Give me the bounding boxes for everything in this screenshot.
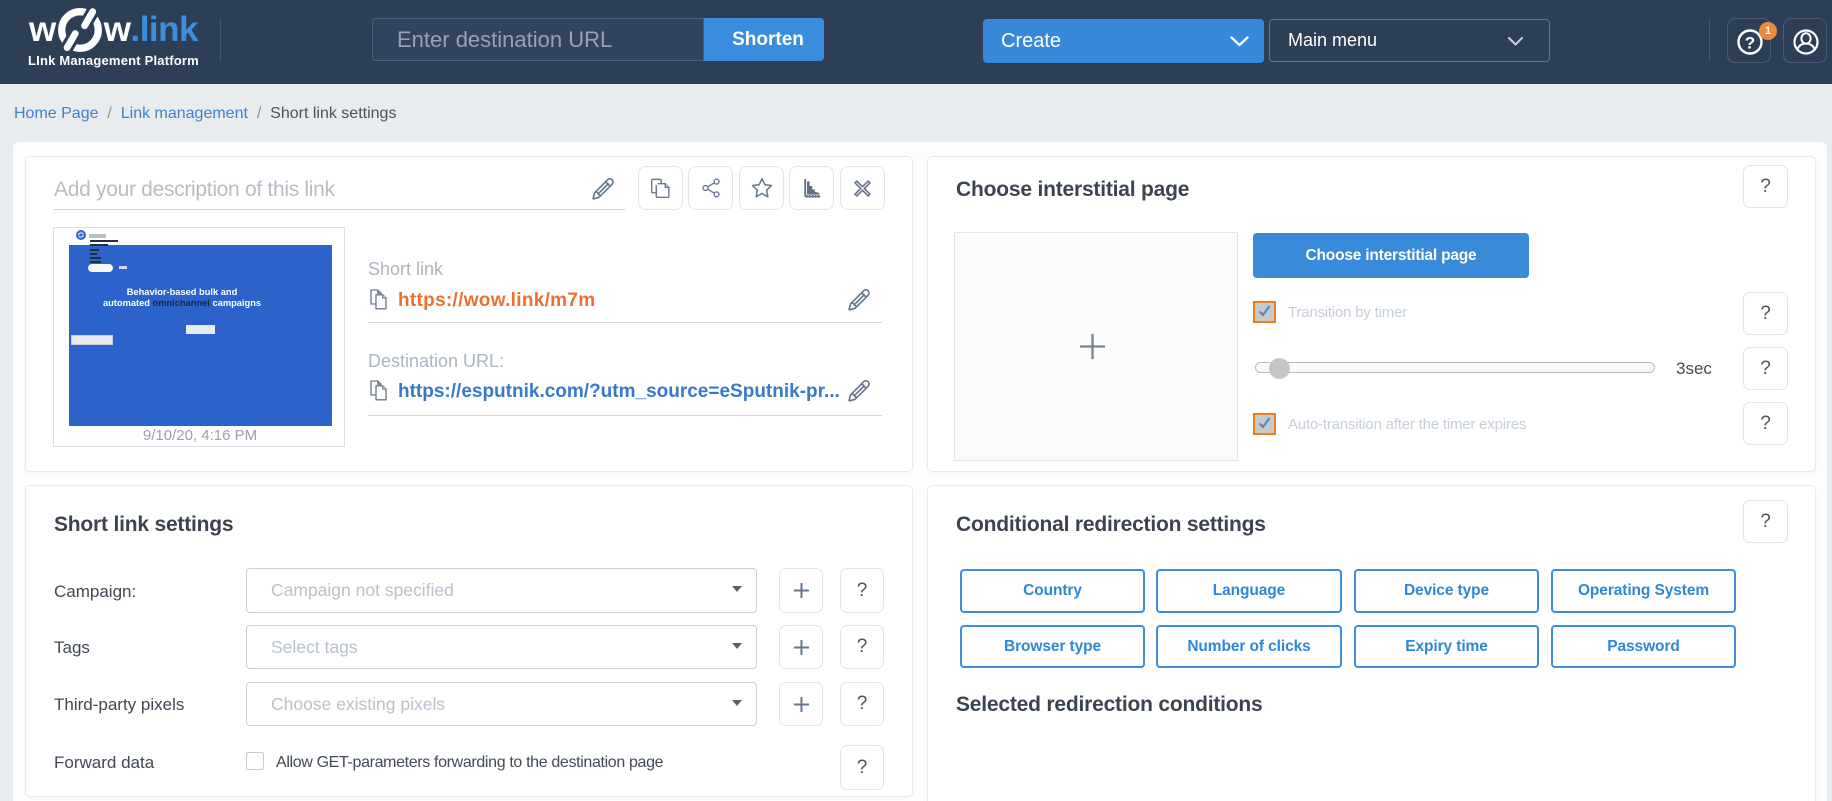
svg-text:?: ? <box>1745 34 1755 53</box>
